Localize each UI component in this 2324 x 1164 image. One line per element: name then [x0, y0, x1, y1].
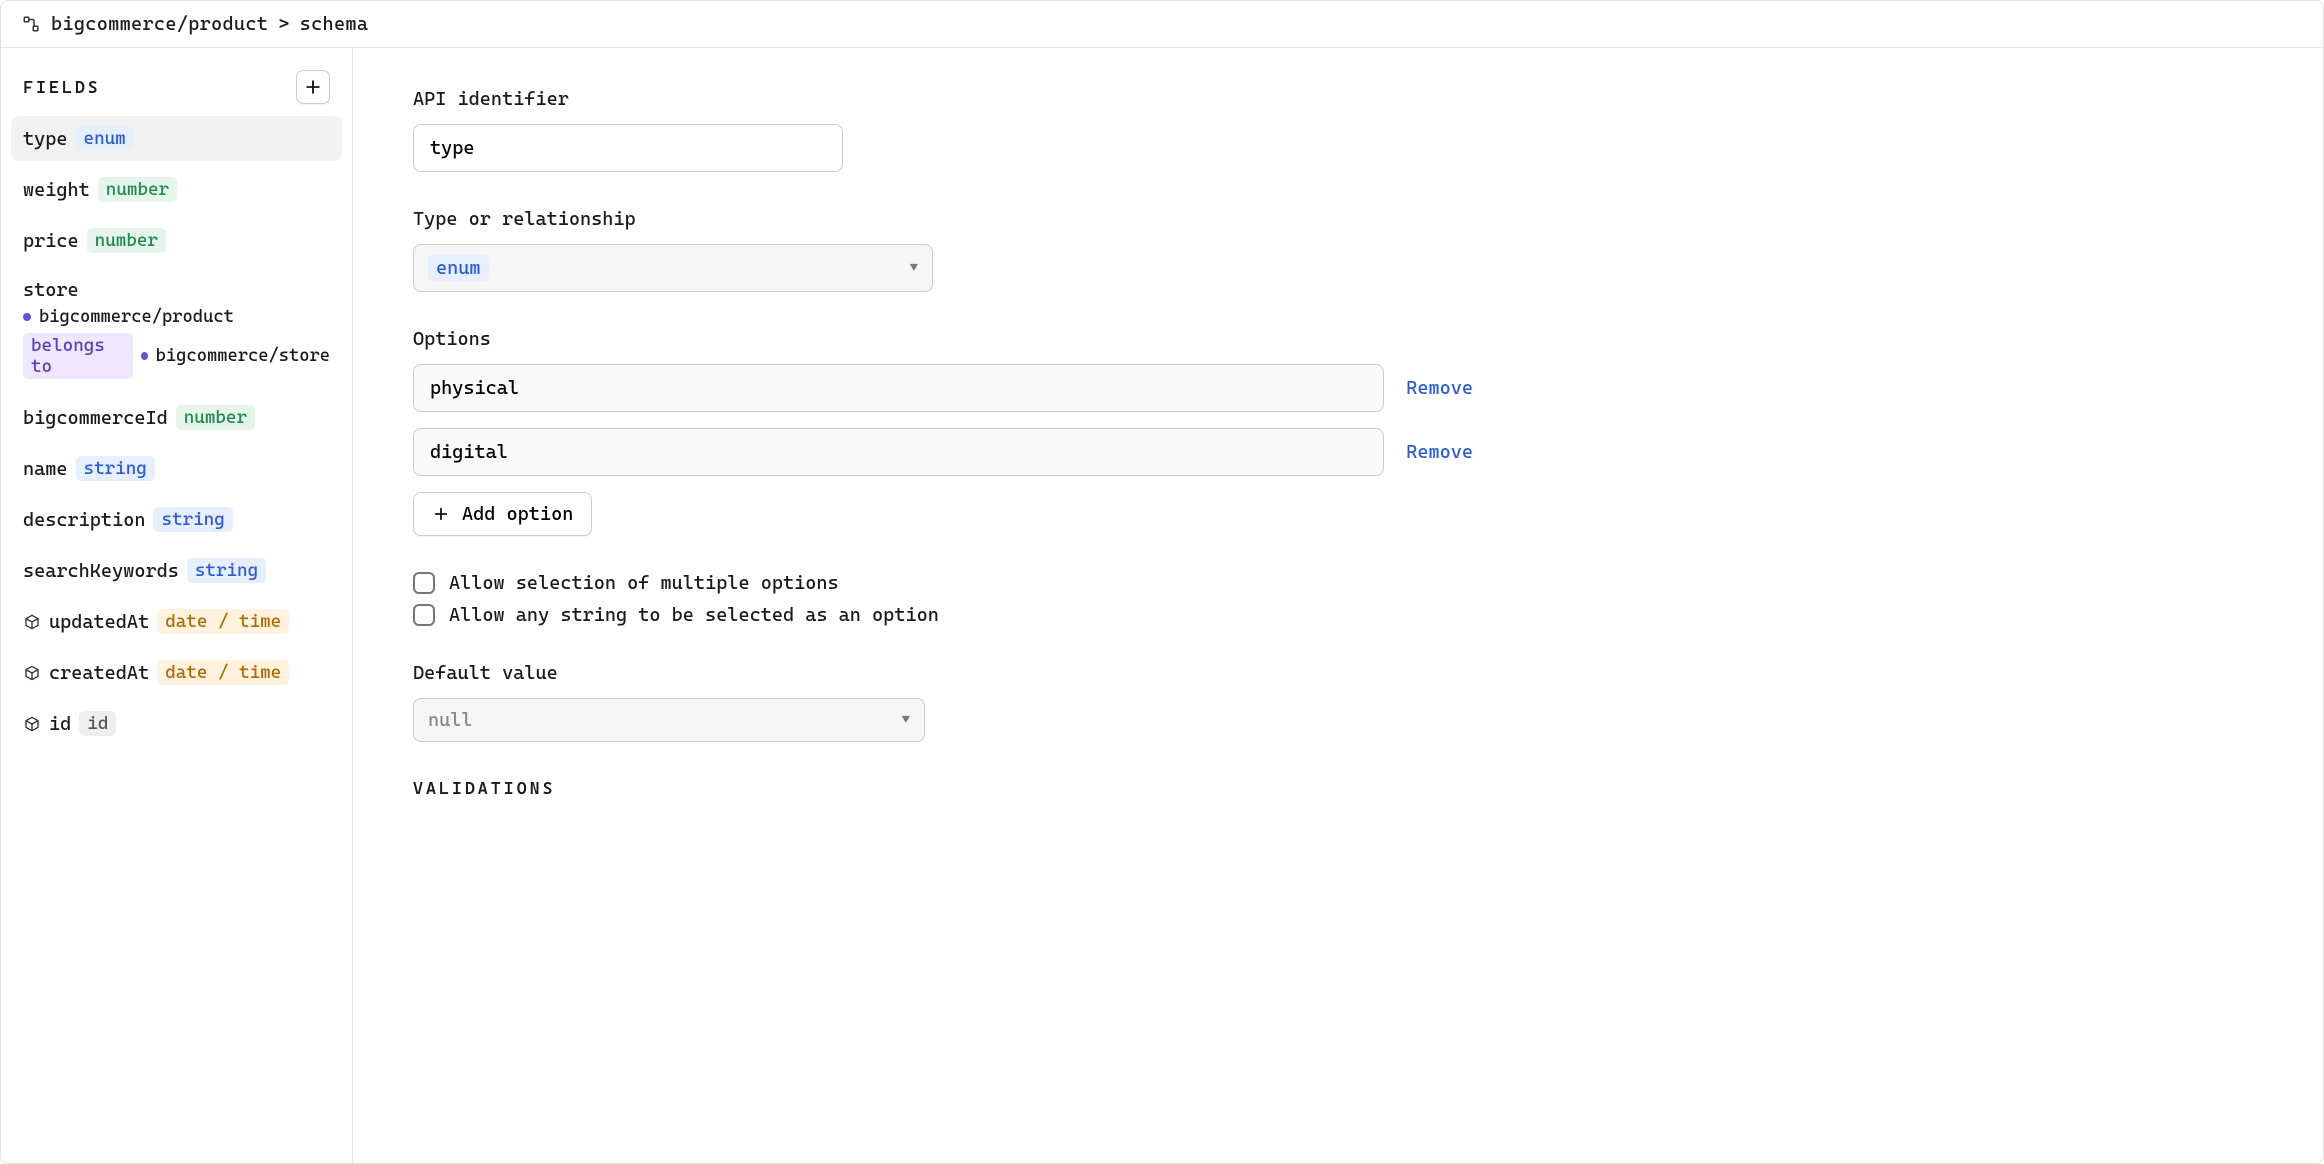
field-name: price — [23, 230, 79, 252]
option-input[interactable] — [413, 364, 1384, 412]
breadcrumb-page[interactable]: schema — [300, 13, 369, 35]
field-type-badge: id — [79, 711, 116, 736]
field-type-badge: string — [76, 456, 155, 481]
dot-icon — [141, 352, 148, 360]
type-relationship-select[interactable]: enum ▼ — [413, 244, 933, 292]
default-value-selected: null — [428, 709, 473, 731]
field-item-store[interactable]: store bigcommerce/product belongs to bigcom… — [11, 269, 342, 389]
add-option-label: Add option — [462, 503, 573, 525]
field-name: createdAt — [49, 662, 149, 684]
field-name: description — [23, 509, 145, 531]
field-name: updatedAt — [49, 611, 149, 633]
allow-any-string-checkbox[interactable] — [413, 604, 435, 626]
field-item-price[interactable]: price number — [11, 218, 342, 263]
remove-option-link[interactable]: Remove — [1406, 441, 1473, 463]
option-input[interactable] — [413, 428, 1384, 476]
default-value-select[interactable]: null ▼ — [413, 698, 925, 742]
field-item-searchKeywords[interactable]: searchKeywords string — [11, 548, 342, 593]
validations-heading: VALIDATIONS — [413, 778, 2263, 798]
allow-any-string-label: Allow any string to be selected as an op… — [449, 604, 939, 626]
field-name: store — [23, 279, 79, 301]
field-item-id[interactable]: idid — [11, 701, 342, 746]
field-type-badge: number — [98, 177, 177, 202]
field-name: name — [23, 458, 68, 480]
add-option-button[interactable]: Add option — [413, 492, 592, 536]
field-type-badge: string — [187, 558, 266, 583]
field-type-badge: date / time — [157, 660, 289, 685]
api-identifier-label: API identifier — [413, 88, 1473, 110]
field-type-badge: number — [176, 405, 255, 430]
allow-multiple-checkbox[interactable] — [413, 572, 435, 594]
sidebar-title: FIELDS — [23, 77, 101, 97]
field-type-badge: string — [153, 507, 232, 532]
remove-option-link[interactable]: Remove — [1406, 377, 1473, 399]
add-field-button[interactable] — [296, 70, 330, 104]
field-name: type — [23, 128, 68, 150]
cube-icon — [23, 715, 41, 733]
fields-sidebar: FIELDS type enum weight number price number st… — [1, 48, 353, 1163]
rel-label: belongs to — [23, 333, 133, 379]
field-name: weight — [23, 179, 90, 201]
field-name: bigcommerceId — [23, 407, 168, 429]
breadcrumb-sep: > — [278, 13, 289, 35]
chevron-down-icon: ▼ — [902, 712, 910, 728]
field-item-name[interactable]: name string — [11, 446, 342, 491]
rel-to: bigcommerce/store — [156, 346, 330, 366]
allow-multiple-label: Allow selection of multiple options — [449, 572, 839, 594]
chevron-down-icon: ▼ — [910, 260, 918, 276]
field-type-badge: enum — [76, 126, 134, 151]
field-name: id — [49, 713, 71, 735]
type-relationship-label: Type or relationship — [413, 208, 1473, 230]
field-item-description[interactable]: description string — [11, 497, 342, 542]
default-value-label: Default value — [413, 662, 1473, 684]
cube-icon — [23, 613, 41, 631]
option-row: Remove — [413, 364, 1473, 412]
options-label: Options — [413, 328, 1473, 350]
rel-from: bigcommerce/product — [39, 307, 234, 327]
field-name: searchKeywords — [23, 560, 179, 582]
field-editor: API identifier Type or relationship enum… — [353, 48, 2323, 1163]
breadcrumb-model[interactable]: bigcommerce/product — [51, 13, 268, 35]
dot-icon — [23, 313, 31, 321]
field-type-badge: date / time — [157, 609, 289, 634]
type-relationship-value: enum — [428, 255, 489, 281]
field-item-updatedAt[interactable]: updatedAt date / time — [11, 599, 342, 644]
cube-icon — [23, 664, 41, 682]
option-row: Remove — [413, 428, 1473, 476]
field-type-badge: number — [87, 228, 166, 253]
field-item-bigcommerceId[interactable]: bigcommerceId number — [11, 395, 342, 440]
field-item-type[interactable]: type enum — [11, 116, 342, 161]
breadcrumb: bigcommerce/product > schema — [1, 1, 2323, 48]
field-item-weight[interactable]: weight number — [11, 167, 342, 212]
schema-tree-icon — [21, 14, 41, 34]
field-item-createdAt[interactable]: createdAt date / time — [11, 650, 342, 695]
api-identifier-input[interactable] — [413, 124, 843, 172]
